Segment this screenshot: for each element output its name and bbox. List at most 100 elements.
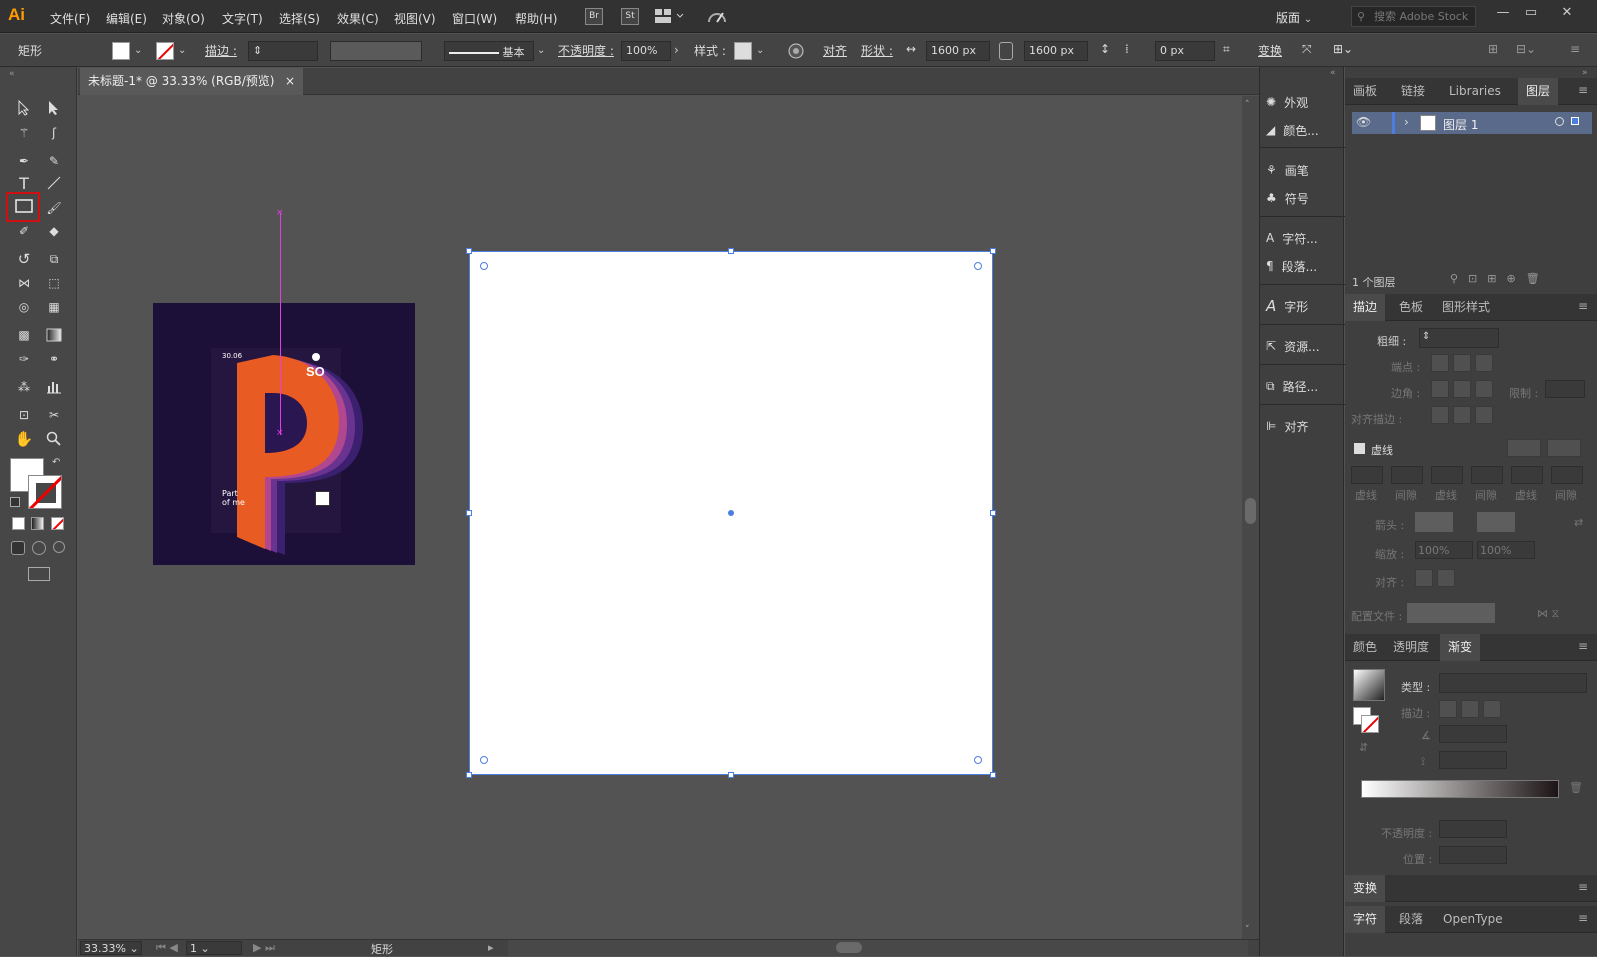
mesh-tool-icon[interactable]: ▩: [12, 324, 36, 346]
scroll-down-icon[interactable]: ˅: [1245, 925, 1250, 935]
tab-graphic-styles[interactable]: 图形样式: [1434, 294, 1498, 321]
maximize-button[interactable]: ▭: [1521, 5, 1541, 21]
symbol-sprayer-tool-icon[interactable]: ⁂: [12, 376, 36, 398]
menu-window[interactable]: 窗口(W): [452, 10, 497, 27]
link-proportions-icon[interactable]: [999, 42, 1013, 60]
gradient-along-stroke[interactable]: [1461, 700, 1479, 718]
dash-field-1[interactable]: [1351, 466, 1383, 484]
rectangle-tool-icon[interactable]: [12, 195, 36, 217]
dash-align-button[interactable]: [1547, 439, 1581, 457]
free-transform-tool-icon[interactable]: ⬚: [42, 272, 66, 294]
tab-links[interactable]: 链接: [1393, 78, 1433, 105]
gradient-thumbnail[interactable]: [1353, 669, 1385, 701]
tab-stroke[interactable]: 描边: [1345, 294, 1386, 321]
tab-transparency[interactable]: 透明度: [1385, 634, 1437, 661]
handle-tl[interactable]: [466, 248, 472, 254]
corner-widget-br[interactable]: [974, 756, 982, 764]
dock-pathfinder[interactable]: ⧉ 路径...: [1266, 374, 1341, 398]
type-tool-icon[interactable]: T: [12, 172, 36, 194]
butt-cap-button[interactable]: [1431, 354, 1449, 372]
height-field[interactable]: 1600 px: [1024, 41, 1088, 61]
gradient-mode-icon[interactable]: [31, 517, 44, 530]
color-mode-icon[interactable]: [12, 517, 25, 530]
tab-swatches[interactable]: 色板: [1391, 294, 1431, 321]
perspective-grid-tool-icon[interactable]: ▦: [42, 296, 66, 318]
scale-tool-icon[interactable]: ⧉: [42, 248, 66, 270]
miter-join-button[interactable]: [1431, 380, 1449, 398]
menu-object[interactable]: 对象(O): [162, 10, 205, 27]
gap-field-3[interactable]: [1551, 466, 1583, 484]
gpu-performance-icon[interactable]: [706, 8, 728, 29]
selection-tool-icon[interactable]: [12, 97, 36, 119]
handle-bl[interactable]: [466, 772, 472, 778]
dock-assets[interactable]: ⇱ 资源...: [1266, 334, 1341, 358]
selected-rectangle[interactable]: [466, 248, 996, 778]
gradient-position-field[interactable]: [1439, 846, 1507, 864]
end-scale-field[interactable]: 100%: [1477, 541, 1535, 559]
bridge-button[interactable]: Br: [585, 8, 603, 25]
brush-definition-field[interactable]: 基本: [444, 41, 534, 61]
horizontal-scrollbar[interactable]: [508, 940, 1248, 956]
eyedropper-tool-icon[interactable]: ✑: [12, 348, 36, 370]
stroke-swatch[interactable]: [156, 42, 174, 60]
stroke-label[interactable]: 描边 :: [205, 42, 237, 59]
end-arrowhead-select[interactable]: [1477, 512, 1515, 532]
panel-menu-icon[interactable]: ≡: [1578, 911, 1588, 925]
transform-icon[interactable]: ⤧: [1302, 42, 1312, 57]
collapse-dock-icon[interactable]: «: [1330, 68, 1336, 78]
round-join-button[interactable]: [1453, 380, 1471, 398]
column-graph-tool-icon[interactable]: [42, 376, 66, 398]
panel-menu-icon[interactable]: ≡: [1578, 299, 1588, 313]
layer-row[interactable]: 👁 › 图层 1: [1352, 112, 1592, 134]
align-icon[interactable]: ⊞: [1488, 42, 1498, 56]
close-window-button[interactable]: ✕: [1557, 5, 1577, 21]
weight-field[interactable]: ⇕: [1419, 328, 1499, 348]
shape-builder-tool-icon[interactable]: ◎: [12, 296, 36, 318]
corner-widget-icon[interactable]: ⌗: [1223, 42, 1230, 57]
document-tab[interactable]: 未标题-1* @ 33.33% (RGB/预览) ×: [80, 68, 303, 95]
corner-widget-bl[interactable]: [480, 756, 488, 764]
gradient-slider[interactable]: [1361, 780, 1559, 798]
handle-mr[interactable]: [990, 510, 996, 516]
dock-brushes[interactable]: ⚘ 画笔: [1266, 158, 1341, 182]
dock-align[interactable]: ⊫ 对齐: [1266, 414, 1341, 438]
align-inside-button[interactable]: [1453, 406, 1471, 424]
tab-artboards[interactable]: 画板: [1345, 78, 1385, 105]
collapse-panels-icon[interactable]: »: [1582, 68, 1588, 78]
delete-stop-icon[interactable]: 🗑: [1569, 781, 1583, 794]
stroke-weight-field[interactable]: ⇕: [248, 41, 318, 61]
zoom-tool-icon[interactable]: [42, 428, 66, 450]
bevel-join-button[interactable]: [1475, 380, 1493, 398]
pen-tool-icon[interactable]: ✒: [12, 150, 36, 172]
magic-wand-tool-icon[interactable]: ⚚: [12, 122, 36, 144]
flip-profile-icon[interactable]: ⋈ ⧖: [1537, 607, 1559, 621]
collapse-icon[interactable]: «: [9, 69, 15, 79]
stroke-color-box[interactable]: [28, 475, 62, 509]
minimize-button[interactable]: —: [1493, 5, 1513, 21]
opacity-label[interactable]: 不透明度 :: [558, 42, 614, 59]
reverse-gradient-icon[interactable]: ⇵: [1359, 741, 1368, 754]
screen-mode-icon[interactable]: [28, 567, 50, 581]
dock-character[interactable]: A 字符...: [1266, 226, 1341, 250]
corner-radius-field[interactable]: 0 px: [1155, 41, 1215, 61]
panel-menu-icon[interactable]: ≡: [1578, 639, 1588, 653]
shaper-tool-icon[interactable]: ✐: [12, 220, 36, 242]
paintbrush-tool-icon[interactable]: 🖌: [42, 197, 66, 219]
width-field[interactable]: 1600 px: [926, 41, 990, 61]
eye-icon[interactable]: 👁: [1356, 115, 1371, 129]
close-tab-icon[interactable]: ×: [285, 68, 295, 95]
handle-ml[interactable]: [466, 510, 472, 516]
menu-help[interactable]: 帮助(H): [515, 10, 557, 27]
tab-layers[interactable]: 图层: [1518, 78, 1559, 105]
arrow-path-button[interactable]: [1437, 569, 1455, 587]
stock-search-input[interactable]: ⚲ 搜索 Adobe Stock: [1351, 6, 1476, 27]
none-mode-icon[interactable]: [51, 517, 64, 530]
first-artboard-icon[interactable]: ⏮ ◀: [156, 941, 178, 955]
direct-selection-tool-icon[interactable]: [42, 97, 66, 119]
default-colors-icon[interactable]: [10, 497, 20, 507]
h-scroll-thumb[interactable]: [836, 942, 862, 953]
angle-field[interactable]: [1439, 725, 1507, 743]
gradient-across-stroke[interactable]: [1483, 700, 1501, 718]
start-scale-field[interactable]: 100%: [1415, 541, 1473, 559]
dash-field-2[interactable]: [1431, 466, 1463, 484]
